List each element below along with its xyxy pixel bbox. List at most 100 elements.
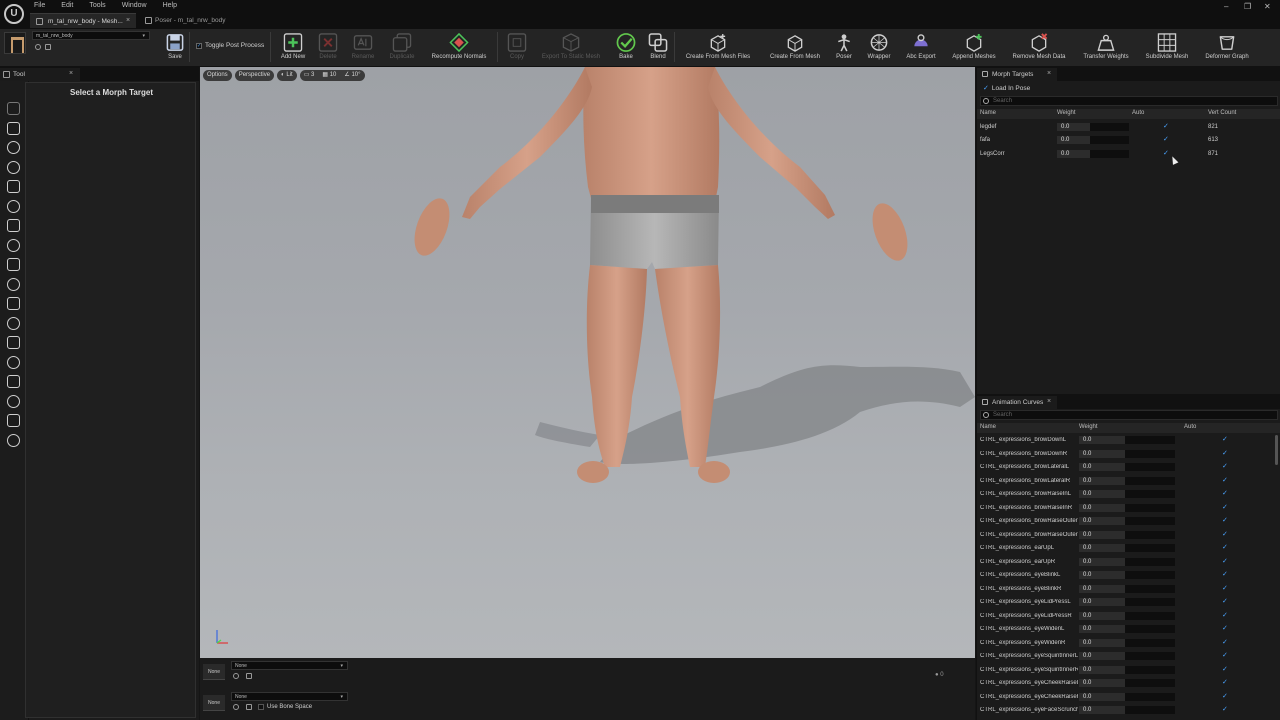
- inflate-tool-icon[interactable]: [7, 180, 20, 193]
- weight-slider[interactable]: 0.0: [1079, 557, 1175, 566]
- table-row[interactable]: CTRL_expressions_eyeWidenR 0.0 ✓: [977, 637, 1280, 651]
- table-row[interactable]: CTRL_expressions_browDownR 0.0 ✓: [977, 448, 1280, 462]
- append-meshes-button[interactable]: Append Meshes: [939, 33, 1009, 60]
- table-row[interactable]: CTRL_expressions_browLateralL 0.0 ✓: [977, 461, 1280, 475]
- weight-slider[interactable]: 0.0: [1079, 584, 1175, 593]
- weight-slider[interactable]: 0.0: [1079, 638, 1175, 647]
- weight-slider[interactable]: 0.0: [1079, 679, 1175, 687]
- pose-slot-2[interactable]: None: [203, 695, 225, 711]
- weight-slider[interactable]: 0.0: [1079, 652, 1175, 660]
- menu-help[interactable]: Help: [163, 2, 183, 9]
- angle-snap-button[interactable]: ∠ 10°: [340, 70, 365, 81]
- tab-mesh-editor[interactable]: m_tal_nrw_body - Mesh... ×: [30, 13, 136, 28]
- load-in-pose-toggle[interactable]: ✓ Load In Pose: [983, 84, 1030, 93]
- col-name[interactable]: Name: [980, 424, 996, 430]
- auto-checkbox[interactable]: ✓: [1222, 449, 1228, 457]
- table-row[interactable]: LegsCorr 0.0 ✓ 871: [977, 148, 1280, 161]
- auto-checkbox[interactable]: ✓: [1222, 462, 1228, 470]
- tab-tool[interactable]: Tool ×: [0, 68, 80, 81]
- table-row[interactable]: CTRL_expressions_eyeBlinkR 0.0 ✓: [977, 583, 1280, 597]
- auto-checkbox[interactable]: ✓: [1222, 638, 1228, 646]
- weight-slider[interactable]: 0.0: [1079, 611, 1175, 620]
- table-row[interactable]: CTRL_expressions_browLateralR 0.0 ✓: [977, 475, 1280, 489]
- auto-checkbox[interactable]: ✓: [1222, 651, 1228, 659]
- weight-slider[interactable]: 0.0: [1079, 706, 1175, 714]
- weight-slider[interactable]: 0.0: [1079, 503, 1175, 512]
- pinch-tool-icon[interactable]: [7, 200, 20, 213]
- col-weight[interactable]: Weight: [1079, 424, 1098, 430]
- table-row[interactable]: CTRL_expressions_eyeLidPressL 0.0 ✓: [977, 596, 1280, 610]
- weight-slider[interactable]: 0.0: [1057, 123, 1129, 131]
- auto-checkbox[interactable]: ✓: [1222, 705, 1228, 713]
- tab-close-icon[interactable]: ×: [126, 17, 130, 24]
- weight-slider[interactable]: 0.0: [1079, 665, 1175, 674]
- menu-window[interactable]: Window: [122, 2, 153, 9]
- toggle-post-process-checkbox[interactable]: ✓: [196, 42, 202, 49]
- deform-tool-icon[interactable]: [7, 356, 20, 369]
- table-row[interactable]: fafa 0.0 ✓ 613: [977, 134, 1280, 147]
- asset-selector[interactable]: m_tal_nrw_body ▾: [32, 31, 150, 40]
- weight-slider[interactable]: 0.0: [1079, 544, 1175, 552]
- remove-mesh-data-button[interactable]: Remove Mesh Data: [1004, 33, 1074, 60]
- browse-icon[interactable]: [233, 704, 239, 710]
- weight-slider[interactable]: 0.0: [1079, 490, 1175, 498]
- move-tool-icon[interactable]: [7, 258, 20, 271]
- auto-checkbox[interactable]: ✓: [1163, 149, 1169, 157]
- flatten-tool-icon[interactable]: [7, 219, 20, 232]
- auto-checkbox[interactable]: ✓: [1222, 665, 1228, 673]
- sculpt-tool-icon[interactable]: [7, 122, 20, 135]
- weight-slider[interactable]: 0.0: [1079, 476, 1175, 485]
- col-auto[interactable]: Auto: [1184, 424, 1196, 430]
- table-row[interactable]: CTRL_expressions_eyeWidenL 0.0 ✓: [977, 623, 1280, 637]
- transfer-tool-icon[interactable]: [7, 414, 20, 427]
- select-tool-icon[interactable]: [7, 102, 20, 115]
- use-bone-space-toggle[interactable]: Use Bone Space: [258, 704, 312, 710]
- weight-slider[interactable]: 0.0: [1079, 463, 1175, 471]
- maximize-icon[interactable]: ❐: [1244, 2, 1251, 11]
- table-row[interactable]: CTRL_expressions_eyeCheekRaiseR 0.0 ✓: [977, 691, 1280, 705]
- pose-select-2[interactable]: None ▾: [231, 692, 348, 701]
- minimize-icon[interactable]: –: [1224, 2, 1228, 11]
- weight-slider[interactable]: 0.0: [1079, 598, 1175, 606]
- tab-animation-curves-close-icon[interactable]: ×: [1047, 398, 1051, 405]
- menu-edit[interactable]: Edit: [61, 2, 79, 9]
- smooth-tool-icon[interactable]: [7, 141, 20, 154]
- relax-tool-icon[interactable]: [7, 317, 20, 330]
- auto-checkbox[interactable]: ✓: [1222, 489, 1228, 497]
- table-row[interactable]: legdef 0.0 ✓ 821: [977, 121, 1280, 134]
- unreal-logo-icon[interactable]: U: [4, 4, 24, 24]
- link-tool-icon[interactable]: [7, 434, 20, 447]
- paint-tool-icon[interactable]: [7, 395, 20, 408]
- col-name[interactable]: Name: [980, 110, 996, 116]
- close-window-icon[interactable]: ✕: [1264, 2, 1271, 11]
- auto-checkbox[interactable]: ✓: [1222, 584, 1228, 592]
- weight-slider[interactable]: 0.0: [1079, 449, 1175, 458]
- history-tool-icon[interactable]: [7, 278, 20, 291]
- table-row[interactable]: CTRL_expressions_browRaiseInR 0.0 ✓: [977, 502, 1280, 516]
- col-weight[interactable]: Weight: [1057, 110, 1076, 116]
- table-row[interactable]: CTRL_expressions_browDownL 0.0 ✓: [977, 434, 1280, 448]
- tab-animation-curves[interactable]: Animation Curves ×: [977, 396, 1057, 409]
- transfer-weights-button[interactable]: Transfer Weights: [1071, 33, 1141, 60]
- auto-checkbox[interactable]: ✓: [1222, 503, 1228, 511]
- mask-tool-icon[interactable]: [7, 375, 20, 388]
- tab-morph-targets-close-icon[interactable]: ×: [1047, 70, 1051, 77]
- table-row[interactable]: CTRL_expressions_earUpR 0.0 ✓: [977, 556, 1280, 570]
- weight-slider[interactable]: 0.0: [1079, 571, 1175, 579]
- viewport[interactable]: Options Perspective ◐ Lit ▭ 3 ▦ 10 ∠ 10°: [200, 67, 975, 658]
- mirror-tool-icon[interactable]: [7, 297, 20, 310]
- weight-slider[interactable]: 0.0: [1079, 530, 1175, 539]
- create-from-mesh-files-button[interactable]: Create From Mesh Files: [683, 33, 753, 60]
- browse-icon[interactable]: [233, 673, 239, 679]
- folder-icon[interactable]: [246, 704, 252, 710]
- lattice-tool-icon[interactable]: [7, 336, 20, 349]
- table-row[interactable]: CTRL_expressions_earUpL 0.0 ✓: [977, 542, 1280, 556]
- auto-checkbox[interactable]: ✓: [1222, 516, 1228, 524]
- auto-checkbox[interactable]: ✓: [1222, 476, 1228, 484]
- col-vert-count[interactable]: Vert Count: [1208, 110, 1236, 116]
- table-row[interactable]: CTRL_expressions_eyeBlinkL 0.0 ✓: [977, 569, 1280, 583]
- auto-checkbox[interactable]: ✓: [1222, 570, 1228, 578]
- table-row[interactable]: CTRL_expressions_eyeSquintInnerL 0.0 ✓: [977, 650, 1280, 664]
- curves-scrollbar[interactable]: [1275, 435, 1278, 465]
- pose-select-1[interactable]: None ▾: [231, 661, 348, 670]
